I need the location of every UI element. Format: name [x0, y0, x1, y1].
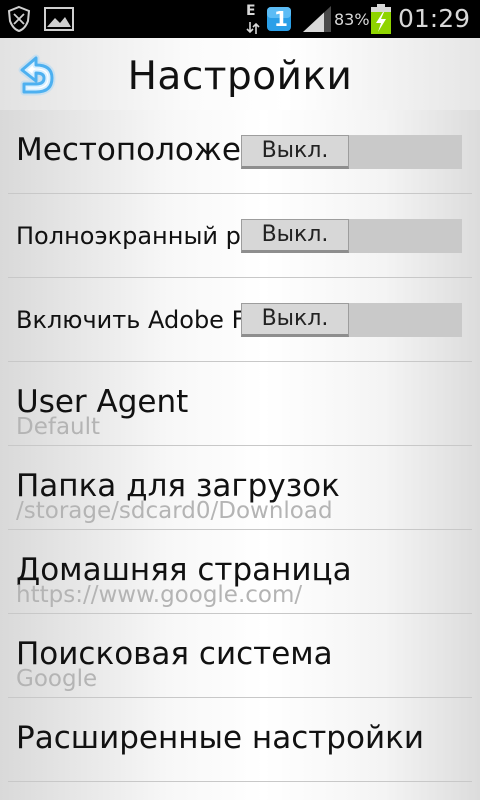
adobe-flash-toggle[interactable]: Выкл.: [241, 303, 462, 337]
settings-list: Местоположение Выкл. Полноэкранный режим…: [0, 110, 480, 782]
setting-home-page[interactable]: Домашняя страница https://www.google.com…: [0, 530, 480, 614]
location-toggle[interactable]: Выкл.: [241, 135, 462, 169]
toggle-label: Выкл.: [241, 303, 349, 337]
gallery-notification-icon: [44, 6, 74, 36]
fullscreen-toggle[interactable]: Выкл.: [241, 219, 462, 253]
network-e-icon: [246, 20, 260, 39]
setting-fullscreen[interactable]: Полноэкранный режим Выкл.: [0, 194, 480, 278]
setting-subtitle: https://www.google.com/: [16, 582, 303, 608]
battery-percent: 83%: [334, 10, 370, 29]
notification-badge-count: 1: [274, 7, 288, 31]
network-type-label: E: [246, 3, 256, 19]
toggle-label: Выкл.: [241, 219, 349, 253]
setting-download-folder[interactable]: Папка для загрузок /storage/sdcard0/Down…: [0, 446, 480, 530]
setting-advanced[interactable]: Расширенные настройки: [0, 698, 480, 782]
battery-charging-icon: [370, 3, 392, 39]
page-title: Настройки: [127, 54, 353, 99]
status-time: 01:29: [398, 4, 471, 33]
setting-adobe-flash[interactable]: Включить Adobe Flash Выкл.: [0, 278, 480, 362]
setting-search-engine[interactable]: Поисковая система Google: [0, 614, 480, 698]
setting-location[interactable]: Местоположение Выкл.: [0, 110, 480, 194]
header-bar: Настройки: [0, 38, 480, 110]
setting-subtitle: Google: [16, 666, 98, 692]
toggle-label: Выкл.: [241, 135, 349, 169]
shield-notification-icon: [6, 5, 32, 37]
setting-title: Расширенные настройки: [16, 720, 424, 756]
status-bar: E 1 83% 01:29: [0, 0, 480, 38]
setting-subtitle: Default: [16, 414, 101, 440]
setting-subtitle: /storage/sdcard0/Download: [16, 498, 333, 524]
setting-user-agent[interactable]: User Agent Default: [0, 362, 480, 446]
signal-icon: [302, 5, 332, 37]
